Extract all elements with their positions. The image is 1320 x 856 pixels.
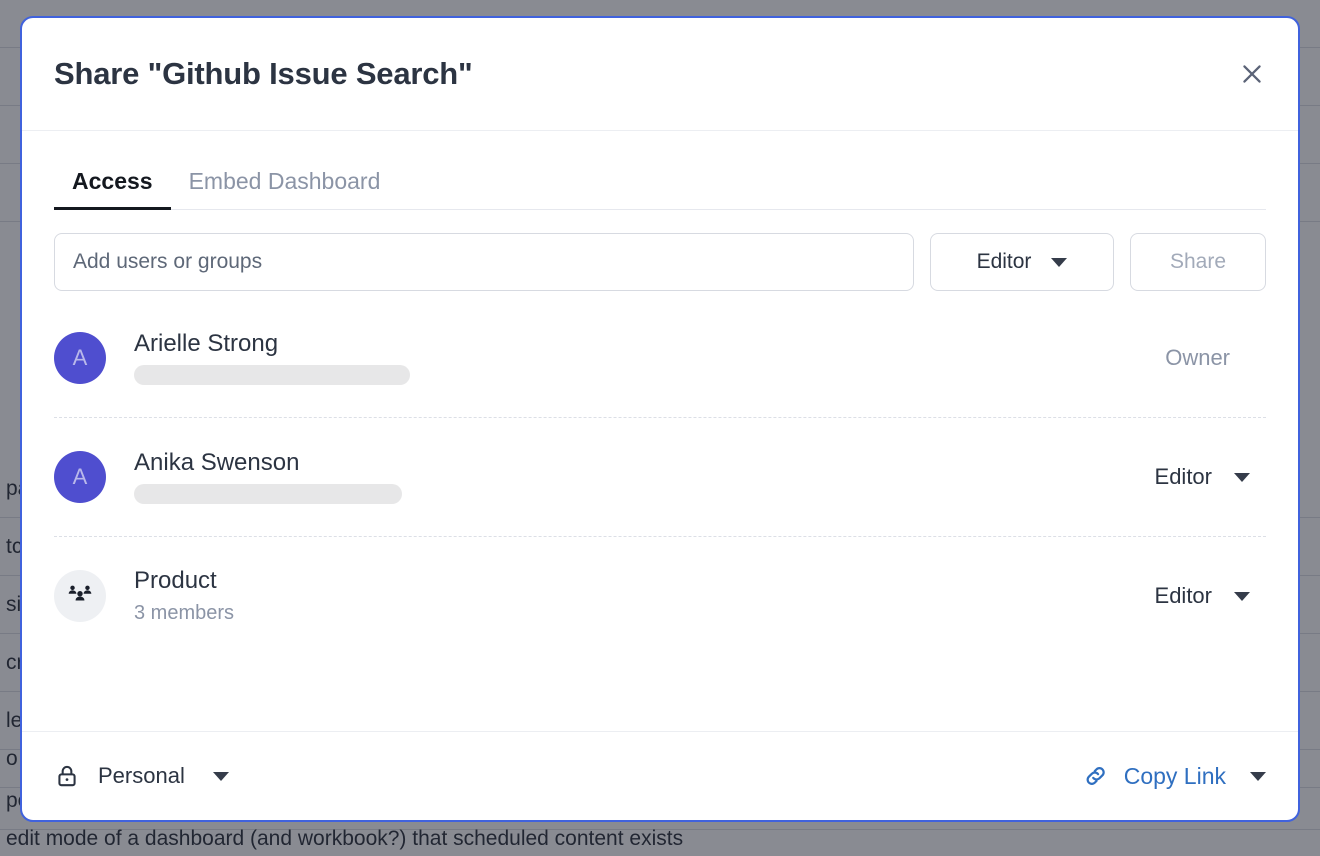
dialog-header: Share "Github Issue Search" (22, 18, 1298, 131)
lock-icon (54, 763, 80, 789)
role-label: Editor (1155, 583, 1212, 609)
copy-link-action[interactable]: Copy Link (1082, 762, 1266, 790)
close-button[interactable] (1230, 52, 1274, 96)
dialog-body: Access Embed Dashboard Editor Share A Ar… (22, 131, 1298, 731)
avatar: A (54, 332, 106, 384)
person-info: Anika Swenson (134, 450, 1155, 504)
group-name: Product (134, 568, 1155, 594)
page-title: Share "Github Issue Search" (54, 56, 1230, 92)
chevron-down-icon (1234, 473, 1250, 482)
share-dialog: Share "Github Issue Search" Access Embed… (20, 16, 1300, 822)
role-owner: Owner (1165, 345, 1266, 371)
share-button[interactable]: Share (1130, 233, 1266, 291)
avatar (54, 570, 106, 622)
dialog-footer: Personal Copy Link (22, 731, 1298, 820)
chevron-down-icon (1250, 772, 1266, 781)
role-label: Owner (1165, 345, 1230, 371)
table-row: A Anika Swenson Editor (54, 418, 1266, 537)
person-name: Arielle Strong (134, 331, 1165, 357)
group-people-icon (66, 579, 94, 613)
new-invite-role-select[interactable]: Editor (930, 233, 1114, 291)
tab-access[interactable]: Access (54, 168, 171, 209)
tab-embed-dashboard[interactable]: Embed Dashboard (171, 168, 399, 209)
role-select-product[interactable]: Editor (1155, 583, 1266, 609)
visibility-label: Personal (98, 763, 185, 789)
add-users-input[interactable] (54, 233, 914, 291)
avatar: A (54, 451, 106, 503)
add-users-row: Editor Share (54, 210, 1266, 291)
chevron-down-icon (1234, 592, 1250, 601)
person-info: Arielle Strong (134, 331, 1165, 385)
chevron-down-icon (213, 772, 229, 781)
role-select-anika-swenson[interactable]: Editor (1155, 464, 1266, 490)
copy-link-label: Copy Link (1124, 763, 1226, 790)
close-icon (1239, 61, 1265, 87)
person-name: Anika Swenson (134, 450, 1155, 476)
new-invite-role-label: Editor (977, 250, 1032, 274)
chevron-down-icon (1051, 258, 1067, 267)
role-label: Editor (1155, 464, 1212, 490)
table-row: A Arielle Strong Owner (54, 299, 1266, 418)
access-list: A Arielle Strong Owner A Anika Swenson E… (54, 291, 1266, 655)
tab-bar: Access Embed Dashboard (54, 131, 1266, 210)
group-member-count: 3 members (134, 602, 1155, 624)
group-info: Product 3 members (134, 568, 1155, 624)
person-email-redacted (134, 365, 410, 385)
table-row: Product 3 members Editor (54, 537, 1266, 655)
person-email-redacted (134, 484, 402, 504)
visibility-select[interactable]: Personal (54, 763, 229, 789)
link-icon (1082, 762, 1110, 790)
